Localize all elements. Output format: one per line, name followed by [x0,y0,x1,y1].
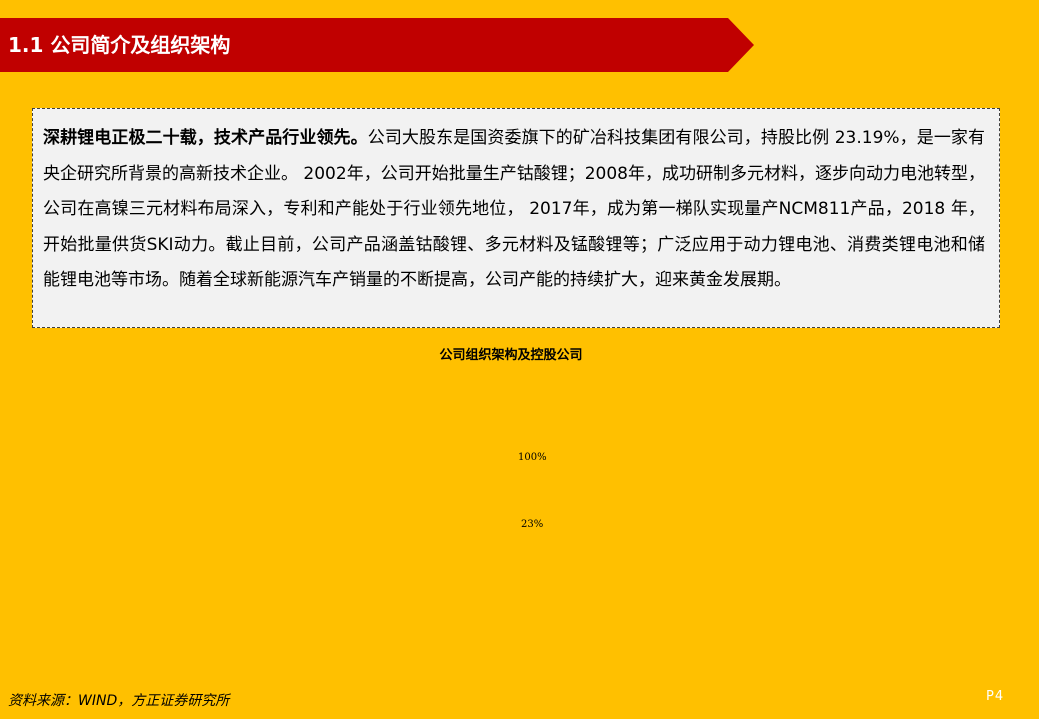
ownership-label-23: 23% [521,519,544,530]
section-title-banner: 1.1 公司简介及组织架构 [0,18,756,72]
figure-title: 公司组织架构及控股公司 [439,348,583,363]
summary-body: 公司大股东是国资委旗下的矿冶科技集团有限公司，持股比例 23.19%，是一家有央… [43,128,985,291]
section-title: 1.1 公司简介及组织架构 [8,33,231,57]
summary-lead: 深耕锂电正极二十载，技术产品行业领先。 [43,128,368,148]
company-summary-box: 深耕锂电正极二十载，技术产品行业领先。公司大股东是国资委旗下的矿冶科技集团有限公… [32,108,1000,328]
page-number: P4 [986,689,1005,704]
source-note: 资料来源：WIND，方正证券研究所 [8,693,230,709]
ownership-label-100: 100% [518,452,547,463]
